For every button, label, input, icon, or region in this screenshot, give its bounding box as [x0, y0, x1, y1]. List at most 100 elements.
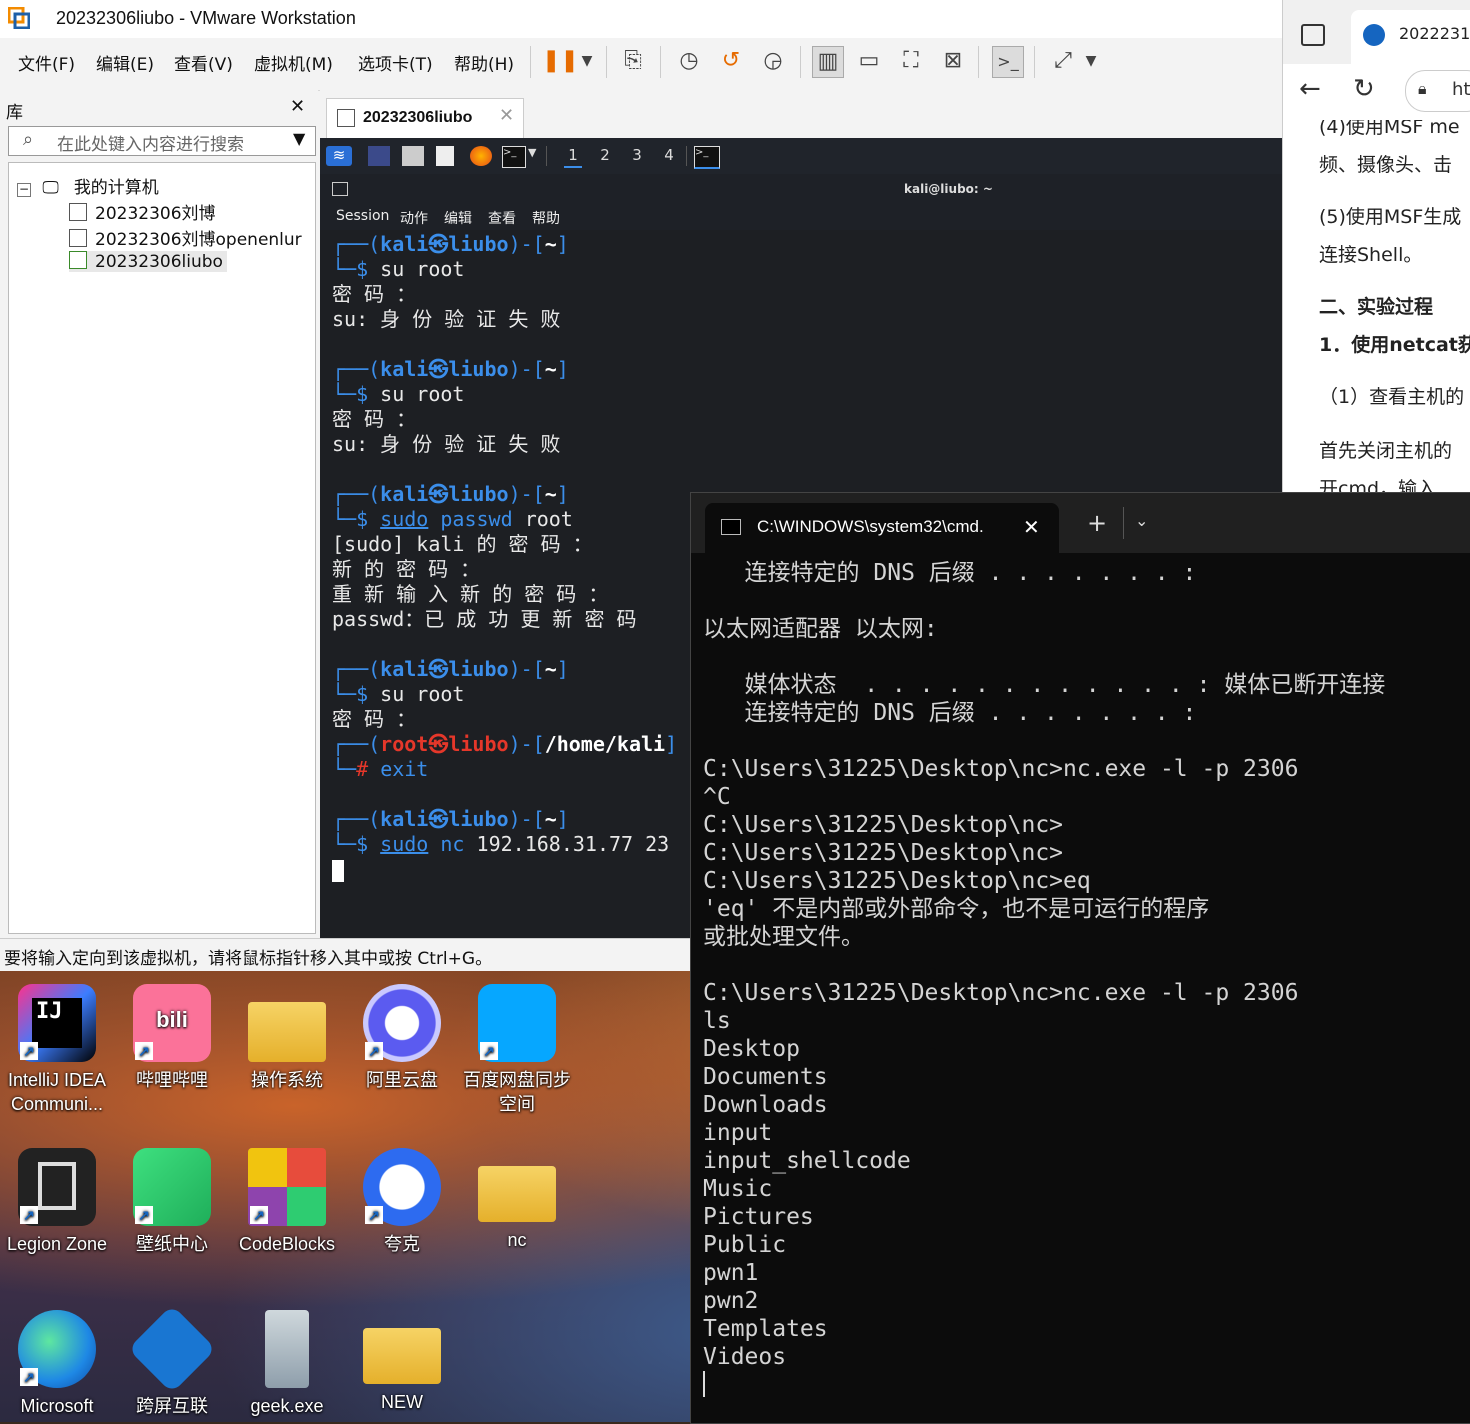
edge-icon: ↗ — [18, 1310, 96, 1388]
cmd-line: Pictures — [703, 1204, 814, 1230]
firefox-icon[interactable] — [470, 146, 492, 166]
doc-line: 连接Shell。 — [1319, 244, 1423, 266]
tree-vm-item[interactable]: 20232306刘博openenlur — [69, 225, 302, 250]
back-icon[interactable]: ← — [1299, 74, 1321, 104]
shortcut-arrow-icon: ↗ — [20, 1206, 38, 1224]
terminal-icon[interactable]: >_ — [502, 146, 526, 168]
cmd-line: 或批处理文件。 — [703, 924, 864, 950]
cmd-line: input — [703, 1120, 773, 1146]
chevron-down-icon[interactable]: ⌄ — [1135, 511, 1148, 530]
file-manager-icon[interactable] — [402, 146, 424, 166]
desktop-icon-intellij[interactable]: IJ ↗ IntelliJ IDEA Communi... — [2, 984, 112, 1116]
menu-help[interactable]: 帮助(H) — [454, 50, 514, 75]
term-menu-session[interactable]: Session — [336, 208, 389, 224]
doc-line: (5)使用MSF生成 — [1319, 206, 1462, 228]
doc-heading: 二、实验过程 — [1319, 296, 1434, 318]
aliyun-drive-icon: ↗ — [363, 984, 441, 1062]
desktop-icon-label: CodeBlocks — [238, 1234, 336, 1254]
desktop-icon-wallpaper[interactable]: ↗ 壁纸中心 — [117, 1148, 227, 1256]
cmd-line: C:\Users\31225\Desktop\nc>nc.exe -l -p 2… — [703, 756, 1299, 782]
desktop-icon-label: 阿里云盘 — [366, 1070, 438, 1090]
cmd-line: 连接特定的 DNS 后缀 . . . . . . . : — [703, 700, 1197, 726]
close-icon[interactable]: ✕ — [290, 96, 305, 117]
desktop-icon-cross-screen[interactable]: 跨屏互联 — [117, 1304, 227, 1418]
term-menu-edit[interactable]: 编辑 — [444, 208, 472, 228]
desktop-icon-bilibili[interactable]: bili ↗ 哔哩哔哩 — [117, 984, 227, 1092]
close-tab-icon[interactable]: ✕ — [499, 105, 514, 126]
send-ctrl-alt-del-icon[interactable]: ⎘ — [618, 46, 648, 76]
term-menu-help[interactable]: 帮助 — [532, 208, 560, 228]
vm-tab[interactable]: 20232306liubo ✕ — [326, 98, 524, 139]
cmd-line: C:\Users\31225\Desktop\nc>nc.exe -l -p 2… — [703, 980, 1299, 1006]
desktop-icon-legion[interactable]: ↗ Legion Zone — [2, 1148, 112, 1256]
terminal-task-icon[interactable]: >_ — [694, 146, 720, 169]
menu-edit[interactable]: 编辑(E) — [96, 50, 154, 75]
menu-view[interactable]: 查看(V) — [174, 50, 233, 75]
thumbnail-bar-icon[interactable]: ▭ — [854, 46, 884, 76]
menu-file[interactable]: 文件(F) — [18, 50, 75, 75]
cmd-output[interactable]: 连接特定的 DNS 后缀 . . . . . . . : 以太网适配器 以太网: … — [703, 559, 1469, 1399]
vm-icon — [69, 203, 87, 221]
tree-vm-item-selected[interactable]: 20232306liubo — [69, 251, 227, 272]
collapse-icon[interactable]: − — [17, 183, 31, 197]
close-tab-icon[interactable]: ✕ — [1023, 515, 1040, 539]
tree-vm-item[interactable]: 20232306刘博 — [69, 199, 216, 224]
workspace-3[interactable]: 3 — [628, 146, 646, 166]
console-view-icon[interactable]: >_ — [992, 46, 1024, 78]
browser-tab[interactable]: 20222317 — [1351, 10, 1470, 64]
site-favicon-icon — [1363, 24, 1385, 46]
revert-snapshot-icon[interactable]: ↺ — [716, 46, 746, 76]
desktop-icon-label: 哔哩哔哩 — [136, 1070, 208, 1090]
workspace-1[interactable]: 1 — [564, 146, 582, 168]
stretch-guest-icon[interactable]: ⤢ — [1048, 46, 1078, 76]
desktop-icon-aliyun[interactable]: ↗ 阿里云盘 — [347, 984, 457, 1092]
show-desktop-icon[interactable] — [368, 146, 390, 166]
snapshot-icon[interactable]: ◷ — [674, 46, 704, 76]
term-menu-view[interactable]: 查看 — [488, 208, 516, 228]
browser-window: 20222317 ← ↻ 🔒︎ ht (4)使用MSF me 频、摄像头、击 (… — [1282, 0, 1470, 500]
fullscreen-icon[interactable]: ⛶ — [896, 46, 926, 76]
unity-icon[interactable]: ⊠ — [938, 46, 968, 76]
library-search-input[interactable]: ⌕ 在此处键入内容进行搜索 ▼ — [8, 126, 316, 156]
address-bar[interactable]: 🔒︎ ht — [1405, 70, 1470, 112]
browser-tab-bar: 20222317 — [1283, 0, 1470, 64]
browser-tab-title: 20222317 — [1399, 24, 1470, 43]
tab-actions-icon[interactable] — [1301, 24, 1325, 46]
desktop-icon-new-folder[interactable]: NEW — [347, 1310, 457, 1414]
menu-vm[interactable]: 虚拟机(M) — [254, 50, 333, 75]
workspace-2[interactable]: 2 — [596, 146, 614, 166]
desktop-icon-nc-folder[interactable]: nc — [462, 1148, 572, 1252]
library-view-icon[interactable]: ▥ — [812, 46, 844, 78]
vm-icon — [69, 229, 87, 247]
desktop-icon-label: 百度网盘同步空间 — [463, 1070, 571, 1114]
pause-icon[interactable]: ❚❚ — [542, 46, 579, 76]
kali-menu-icon[interactable]: ≋ — [326, 146, 352, 166]
snapshot-manager-icon[interactable]: ◶ — [758, 46, 788, 76]
cmd-tab[interactable]: C:\WINDOWS\system32\cmd. ✕ — [705, 503, 1059, 553]
workspace-4[interactable]: 4 — [660, 146, 678, 166]
tree-root-my-computer[interactable]: − 🖵 我的计算机 — [17, 173, 159, 198]
desktop-icon-edge[interactable]: ↗ Microsoft — [2, 1310, 112, 1418]
chevron-down-icon[interactable]: ▼ — [293, 129, 305, 148]
new-tab-icon[interactable]: + — [1087, 509, 1107, 537]
cmd-cursor — [703, 1371, 1469, 1399]
desktop-icon-quark[interactable]: ↗ 夸克 — [347, 1148, 457, 1256]
chevron-down-icon[interactable]: ▼ — [528, 146, 536, 166]
desktop-icon-codeblocks[interactable]: ↗ CodeBlocks — [232, 1148, 342, 1256]
shortcut-arrow-icon: ↗ — [135, 1042, 153, 1060]
refresh-icon[interactable]: ↻ — [1353, 74, 1375, 104]
desktop-icon-baidu[interactable]: ↗ 百度网盘同步空间 — [462, 984, 572, 1116]
desktop-icon-geek[interactable]: geek.exe — [232, 1310, 342, 1418]
terminal-cursor — [332, 859, 344, 882]
stretch-dropdown-icon[interactable]: ▼ — [1076, 46, 1106, 76]
term-menu-actions[interactable]: 动作 — [400, 208, 428, 228]
folder-icon — [248, 1002, 326, 1062]
desktop-icon-label: IntelliJ IDEA Communi... — [7, 1070, 107, 1114]
desktop-icon-os-folder[interactable]: 操作系统 — [232, 984, 342, 1092]
text-editor-icon[interactable] — [436, 146, 454, 166]
vm-tab-label: 20232306liubo — [363, 109, 473, 126]
menu-tabs[interactable]: 选项卡(T) — [358, 50, 433, 75]
pause-dropdown-icon[interactable]: ▼ — [572, 46, 602, 76]
cmd-tab-bar: C:\WINDOWS\system32\cmd. ✕ + ⌄ — [691, 493, 1470, 553]
terminal-title-bar: kali@liubo: ~ — [320, 174, 1282, 204]
